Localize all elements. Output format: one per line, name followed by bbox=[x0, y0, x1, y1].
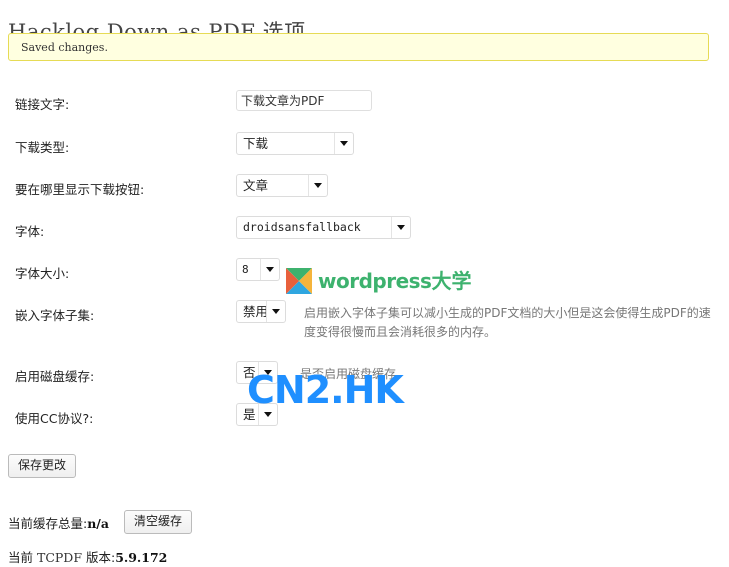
font-select[interactable]: droidsansfallback bbox=[236, 216, 411, 239]
wordpress-x-logo-icon bbox=[286, 268, 312, 294]
label-display-location: 要在哪里显示下载按钮: bbox=[15, 182, 145, 197]
enable-disk-cache-description: 是否启用磁盘缓存。 bbox=[300, 367, 409, 381]
font-value: droidsansfallback bbox=[243, 220, 361, 234]
label-enable-disk-cache: 启用磁盘缓存: bbox=[15, 369, 95, 384]
cache-total-label: 当前缓存总量: bbox=[8, 516, 88, 531]
tcpdf-version-line: 当前 TCPDF 版本:5.9.172 bbox=[8, 547, 167, 566]
use-cc-license-select[interactable]: 是 bbox=[236, 403, 278, 426]
label-font-size: 字体大小: bbox=[15, 266, 70, 281]
options-page: Hacklog Down as PDF 选项 Saved changes. 链接… bbox=[0, 0, 729, 567]
label-download-type: 下载类型: bbox=[15, 140, 70, 155]
use-cc-license-value: 是 bbox=[243, 407, 256, 422]
label-embed-font-subset: 嵌入字体子集: bbox=[15, 308, 95, 323]
wordpress-daxue-watermark: wordpress大学 bbox=[286, 268, 471, 294]
tcpdf-label-suffix: 版本: bbox=[82, 550, 116, 565]
chevron-down-icon bbox=[334, 133, 353, 154]
display-location-value: 文章 bbox=[243, 178, 269, 193]
download-type-value: 下载 bbox=[243, 136, 269, 151]
cache-total-line: 当前缓存总量:n/a bbox=[8, 513, 109, 532]
tcpdf-word: TCPDF bbox=[36, 550, 82, 565]
tcpdf-version-value: 5.9.172 bbox=[115, 550, 168, 565]
link-text-input[interactable] bbox=[236, 90, 372, 111]
display-location-select[interactable]: 文章 bbox=[236, 174, 328, 197]
font-size-value: 8 bbox=[242, 263, 249, 276]
cache-total-value: n/a bbox=[87, 516, 109, 531]
save-button[interactable]: 保存更改 bbox=[8, 454, 77, 478]
wordpress-watermark-text: wordpress大学 bbox=[318, 268, 471, 294]
label-font: 字体: bbox=[15, 224, 45, 239]
chevron-down-icon bbox=[258, 404, 277, 425]
daxue-word: 大学 bbox=[431, 269, 472, 293]
chevron-down-icon bbox=[391, 217, 410, 238]
embed-font-subset-description: 启用嵌入字体子集可以减小生成的PDF文档的大小但是这会使得生成PDF的速度变得很… bbox=[304, 306, 711, 339]
tcpdf-label-prefix: 当前 bbox=[8, 550, 37, 565]
chevron-down-icon bbox=[308, 175, 327, 196]
label-use-cc-license: 使用CC协议?: bbox=[15, 411, 94, 426]
saved-notice-text: Saved changes. bbox=[21, 41, 108, 54]
label-link-text: 链接文字: bbox=[15, 97, 70, 112]
font-size-select[interactable]: 8 bbox=[236, 258, 280, 281]
chevron-down-icon bbox=[266, 301, 285, 322]
enable-disk-cache-select[interactable]: 否 bbox=[236, 361, 278, 384]
wordpress-word: wordpress bbox=[318, 269, 432, 293]
clear-cache-button[interactable]: 清空缓存 bbox=[124, 510, 193, 534]
embed-font-subset-select[interactable]: 禁用 bbox=[236, 300, 286, 323]
enable-disk-cache-value: 否 bbox=[243, 365, 256, 380]
chevron-down-icon bbox=[260, 259, 279, 280]
download-type-select[interactable]: 下载 bbox=[236, 132, 354, 155]
embed-font-subset-value: 禁用 bbox=[243, 304, 266, 319]
saved-notice: Saved changes. bbox=[8, 33, 709, 61]
chevron-down-icon bbox=[258, 362, 277, 383]
